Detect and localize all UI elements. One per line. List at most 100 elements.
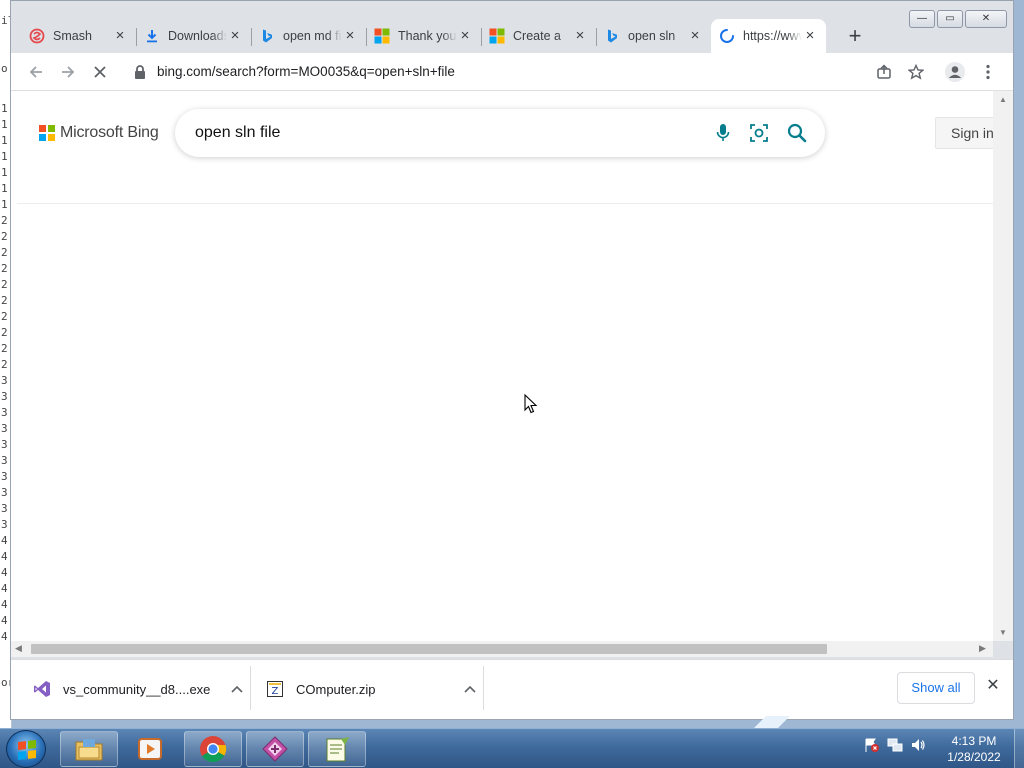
browser-toolbar: bing.com/search?form=MO0035&q=open+sln+f… bbox=[11, 53, 1013, 91]
profile-avatar-icon[interactable] bbox=[944, 61, 966, 83]
visual-studio-icon bbox=[33, 680, 51, 698]
sign-in-button[interactable]: Sign in bbox=[935, 117, 997, 149]
horizontal-scroll-thumb[interactable] bbox=[31, 644, 827, 654]
clock-date: 1/28/2022 bbox=[947, 750, 1001, 764]
share-icon[interactable] bbox=[873, 61, 895, 83]
smash-favicon-icon bbox=[29, 28, 45, 44]
tab-open-sln[interactable]: open sln × bbox=[596, 19, 711, 53]
loading-spinner-icon bbox=[719, 28, 735, 44]
tab-close-icon[interactable]: × bbox=[572, 28, 588, 44]
tab-smash[interactable]: Smash × bbox=[21, 19, 136, 53]
taskbar-notepad-plus[interactable] bbox=[308, 731, 366, 767]
folder-icon bbox=[75, 739, 103, 761]
tab-close-icon[interactable]: × bbox=[227, 28, 243, 44]
tab-close-icon[interactable]: × bbox=[457, 28, 473, 44]
tab-label: open sln bbox=[628, 29, 676, 43]
download-separator bbox=[483, 666, 484, 710]
show-all-button[interactable]: Show all bbox=[897, 672, 975, 704]
taskbar-explorer[interactable] bbox=[60, 731, 118, 767]
forward-button[interactable] bbox=[56, 60, 80, 84]
download-filename: vs_community__d8....exe bbox=[63, 681, 211, 697]
mouse-cursor-icon bbox=[524, 393, 538, 419]
svg-text:Z: Z bbox=[272, 686, 279, 697]
arrow-left-icon bbox=[29, 66, 42, 78]
kebab-menu-icon[interactable] bbox=[977, 61, 999, 83]
tab-close-icon[interactable]: × bbox=[802, 28, 818, 44]
search-icon[interactable] bbox=[785, 121, 809, 145]
page-viewport: Microsoft Bing Sign in bbox=[11, 91, 997, 641]
brand-name: Microsoft Bing bbox=[60, 124, 159, 141]
taskbar-chrome[interactable] bbox=[184, 731, 242, 767]
show-desktop-button[interactable] bbox=[1014, 729, 1024, 768]
stop-loading-button[interactable] bbox=[88, 60, 112, 84]
system-tray bbox=[864, 737, 926, 753]
chrome-icon bbox=[200, 736, 227, 763]
tab-create[interactable]: Create a × bbox=[481, 19, 596, 53]
tab-strip: Smash × Downloads × open md file × bbox=[11, 1, 1013, 53]
download-shelf: vs_community__d8....exe Z COmputer.zip S… bbox=[11, 659, 1013, 719]
tab-thank-you[interactable]: Thank you × bbox=[366, 19, 481, 53]
microsoft-favicon-icon bbox=[489, 28, 505, 44]
tab-active-loading[interactable]: https://www × bbox=[711, 19, 826, 53]
search-input[interactable] bbox=[195, 121, 675, 145]
windows-logo-icon bbox=[18, 740, 36, 760]
scroll-left-arrow-icon[interactable]: ◀ bbox=[15, 643, 22, 654]
lock-icon bbox=[133, 64, 147, 80]
maximize-button[interactable]: ▭ bbox=[937, 10, 963, 28]
taskbar-media-player[interactable] bbox=[122, 731, 180, 767]
tab-label: https://www bbox=[743, 29, 802, 43]
bookmark-star-icon[interactable] bbox=[905, 61, 927, 83]
microphone-icon[interactable] bbox=[711, 121, 735, 145]
tab-label: open md file bbox=[283, 29, 342, 43]
stop-icon bbox=[94, 66, 106, 78]
microsoft-favicon-icon bbox=[374, 28, 390, 44]
header-divider bbox=[17, 203, 993, 204]
address-bar[interactable]: bing.com/search?form=MO0035&q=open+sln+f… bbox=[123, 58, 1005, 86]
download-item-zip[interactable]: Z COmputer.zip bbox=[266, 660, 486, 718]
chevron-up-icon[interactable] bbox=[231, 682, 243, 696]
tab-open-md[interactable]: open md file × bbox=[251, 19, 366, 53]
new-tab-button[interactable]: + bbox=[843, 25, 867, 49]
minimize-button[interactable]: — bbox=[909, 10, 935, 28]
download-item-vs[interactable]: vs_community__d8....exe bbox=[33, 660, 253, 718]
bing-favicon-icon bbox=[259, 28, 275, 44]
download-filename: COmputer.zip bbox=[296, 681, 376, 697]
close-window-button[interactable]: ✕ bbox=[965, 10, 1007, 28]
action-center-flag-icon[interactable] bbox=[864, 737, 880, 753]
tab-label: Create a bbox=[513, 29, 561, 43]
windows-taskbar: 4:13 PM 1/28/2022 bbox=[0, 728, 1024, 768]
clock-time: 4:13 PM bbox=[951, 734, 997, 748]
close-download-shelf-button[interactable]: ✕ bbox=[983, 676, 1003, 696]
scroll-right-arrow-icon[interactable]: ▶ bbox=[979, 643, 986, 654]
chevron-up-icon[interactable] bbox=[464, 682, 476, 696]
tab-close-icon[interactable]: × bbox=[112, 28, 128, 44]
network-icon[interactable] bbox=[887, 737, 903, 753]
bing-favicon-icon bbox=[604, 28, 620, 44]
url-text: bing.com/search?form=MO0035&q=open+sln+f… bbox=[157, 64, 455, 79]
volume-icon[interactable] bbox=[910, 737, 926, 753]
download-icon bbox=[144, 28, 160, 44]
diamond-app-icon bbox=[262, 736, 288, 762]
tab-downloads[interactable]: Downloads × bbox=[136, 19, 251, 53]
taskbar-app-diamond[interactable] bbox=[246, 731, 304, 767]
tab-close-icon[interactable]: × bbox=[342, 28, 358, 44]
tab-list: Smash × Downloads × open md file × bbox=[21, 19, 826, 53]
zip-file-icon: Z bbox=[266, 680, 284, 698]
tab-close-icon[interactable]: × bbox=[687, 28, 703, 44]
scroll-up-arrow-icon[interactable]: ▲ bbox=[999, 95, 1007, 104]
tab-label: Downloads bbox=[168, 29, 227, 43]
bing-logo[interactable]: Microsoft Bing bbox=[39, 124, 159, 142]
scroll-down-arrow-icon[interactable]: ▼ bbox=[999, 628, 1007, 637]
tab-label: Thank you bbox=[398, 29, 457, 43]
microsoft-logo-icon bbox=[39, 125, 55, 141]
media-player-icon bbox=[138, 738, 162, 760]
chrome-window: Smash × Downloads × open md file × bbox=[10, 0, 1014, 720]
taskbar-clock[interactable]: 4:13 PM 1/28/2022 bbox=[936, 733, 1012, 765]
back-button[interactable] bbox=[24, 60, 48, 84]
visual-search-icon[interactable] bbox=[747, 121, 771, 145]
horizontal-scrollbar[interactable]: ◀ ▶ bbox=[11, 641, 993, 657]
tab-label: Smash bbox=[53, 29, 92, 43]
vertical-scrollbar[interactable]: ▲ ▼ bbox=[993, 91, 1013, 641]
start-button[interactable] bbox=[6, 730, 46, 768]
window-controls: — ▭ ✕ bbox=[909, 10, 1007, 28]
